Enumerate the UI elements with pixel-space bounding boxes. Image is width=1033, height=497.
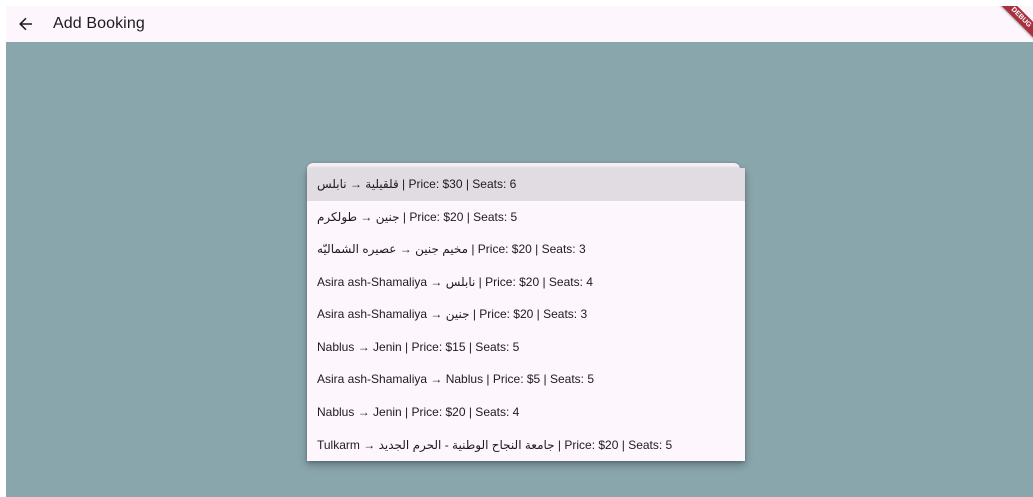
dropdown-menu-item[interactable]: قلقيلية → نابلس | Price: $30 | Seats: 6 bbox=[307, 168, 745, 201]
dropdown-menu-item[interactable]: مخيم جنين → عصيره الشماليّه | Price: $20… bbox=[307, 233, 745, 266]
app-bar: Add Booking bbox=[6, 6, 1033, 42]
app-window: Add Booking DEBUG قلقيلية → نابلس | Pric… bbox=[6, 6, 1033, 497]
dropdown-menu-item[interactable]: Asira ash-Shamaliya → نابلس | Price: $20… bbox=[307, 266, 745, 299]
dropdown-menu-item[interactable]: Asira ash-Shamaliya → جنين | Price: $20 … bbox=[307, 298, 745, 331]
dropdown-menu-item[interactable]: جنين → طولكرم | Price: $20 | Seats: 5 bbox=[307, 201, 745, 234]
menu-item-label: مخيم جنين → عصيره الشماليّه | Price: $20… bbox=[317, 242, 586, 257]
menu-item-label: Asira ash-Shamaliya → نابلس | Price: $20… bbox=[317, 274, 593, 289]
menu-item-label: Asira ash-Shamaliya → جنين | Price: $20 … bbox=[317, 307, 588, 322]
menu-item-label: Asira ash-Shamaliya → Nablus | Price: $5… bbox=[317, 372, 595, 387]
menu-item-label: جنين → طولكرم | Price: $20 | Seats: 5 bbox=[317, 209, 518, 224]
menu-item-label: Nablus → Jenin | Price: $15 | Seats: 5 bbox=[317, 339, 520, 354]
dropdown-menu-item[interactable]: Nablus → Jenin | Price: $15 | Seats: 5 bbox=[307, 331, 745, 364]
page-title: Add Booking bbox=[53, 15, 145, 32]
dropdown-menu-item[interactable]: Tulkarm → جامعة النجاح الوطنية - الحرم ا… bbox=[307, 428, 745, 461]
back-button[interactable] bbox=[9, 7, 43, 41]
menu-item-label: Tulkarm → جامعة النجاح الوطنية - الحرم ا… bbox=[317, 437, 673, 452]
menu-item-label: Nablus → Jenin | Price: $20 | Seats: 4 bbox=[317, 404, 520, 419]
trip-dropdown-menu: قلقيلية → نابلس | Price: $30 | Seats: 6 ج… bbox=[307, 168, 745, 461]
arrow-back-icon bbox=[18, 16, 34, 32]
menu-item-label: قلقيلية → نابلس | Price: $30 | Seats: 6 bbox=[317, 177, 517, 192]
dropdown-menu-item[interactable]: Nablus → Jenin | Price: $20 | Seats: 4 bbox=[307, 396, 745, 429]
dropdown-menu-item[interactable]: Asira ash-Shamaliya → Nablus | Price: $5… bbox=[307, 363, 745, 396]
